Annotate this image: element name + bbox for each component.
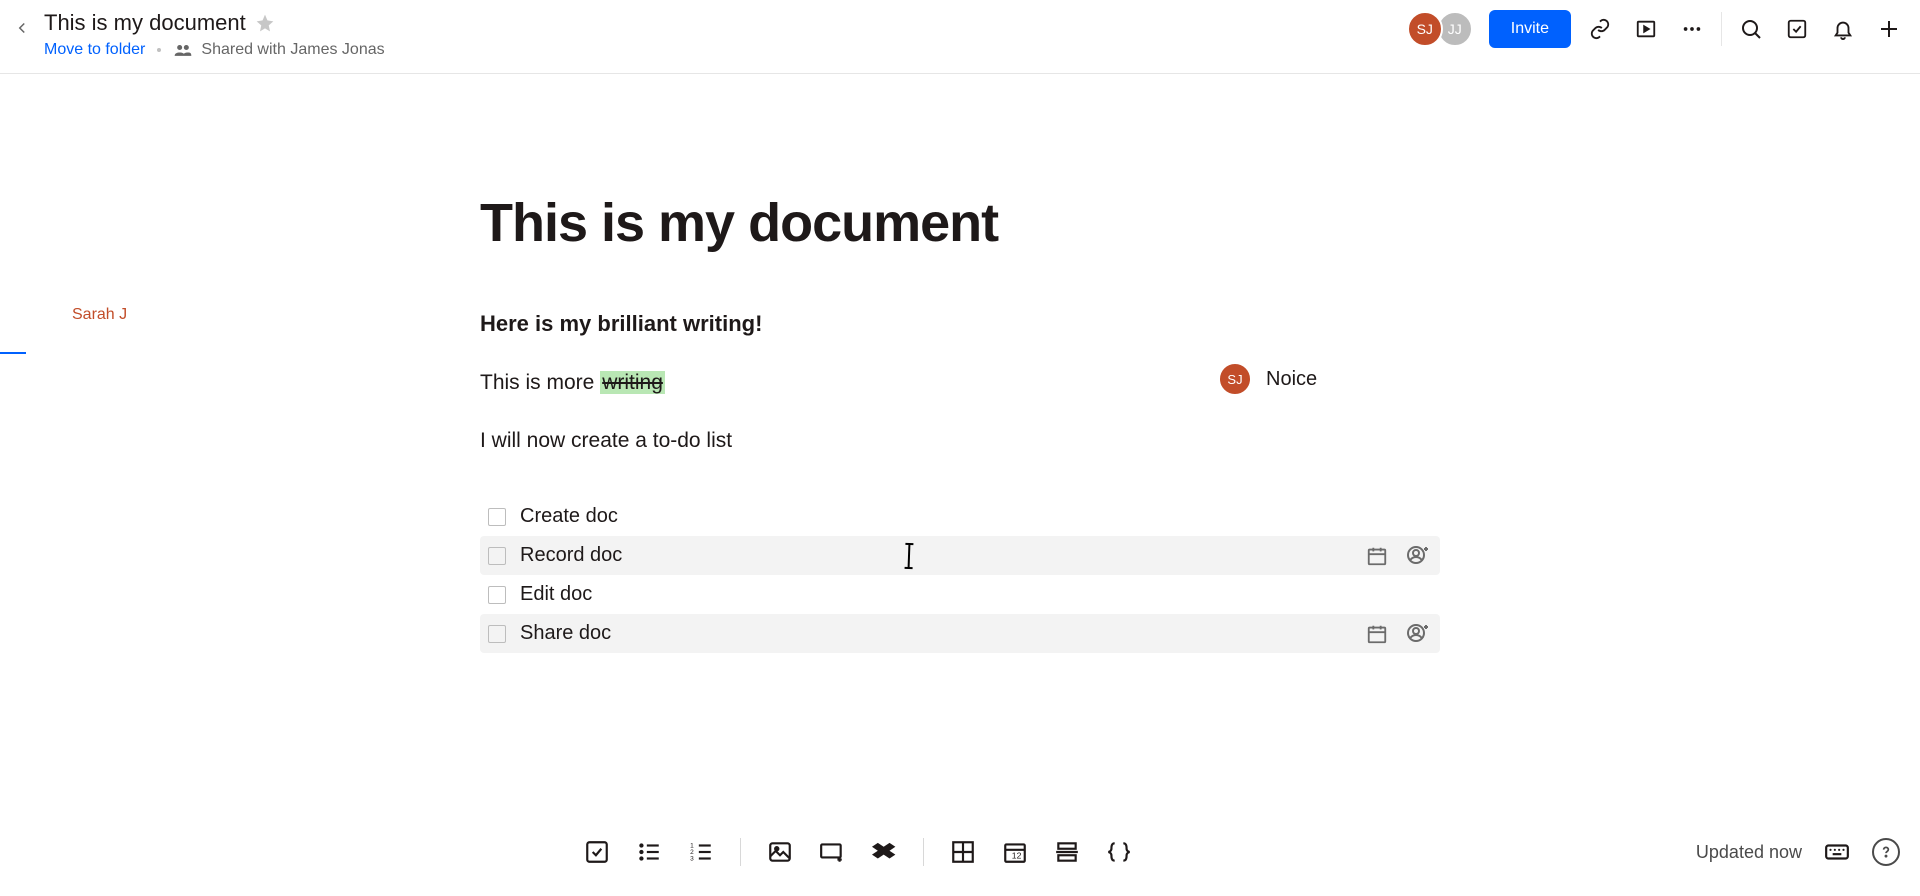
svg-text:3: 3 [690, 856, 694, 863]
invite-button[interactable]: Invite [1489, 10, 1571, 48]
copy-link-button[interactable] [1587, 16, 1613, 42]
more-menu[interactable] [1679, 16, 1705, 42]
comment-text[interactable]: Noice [1266, 368, 1317, 391]
insert-calendar[interactable]: 12 [1002, 839, 1028, 865]
shared-with-label[interactable]: Shared with James Jonas [173, 40, 384, 60]
search-button[interactable] [1738, 16, 1764, 42]
paragraph-1-plain: This is more [480, 371, 600, 394]
todo-item[interactable]: Create doc [480, 497, 1440, 536]
author-attribution[interactable]: Sarah J [72, 306, 127, 324]
todo-due-date-button[interactable] [1364, 621, 1390, 647]
todo-assign-button[interactable] [1404, 543, 1430, 569]
last-updated-label: Updated now [1696, 842, 1802, 863]
insert-bulleted-list[interactable] [636, 839, 662, 865]
todo-checkbox[interactable] [488, 547, 506, 565]
todo-checkbox[interactable] [488, 508, 506, 526]
back-button[interactable] [10, 16, 34, 40]
todo-actions [1364, 621, 1430, 647]
separator-dot [157, 48, 161, 52]
todo-label[interactable]: Share doc [520, 622, 611, 645]
notifications-button[interactable] [1830, 16, 1856, 42]
present-button[interactable] [1633, 16, 1659, 42]
todo-checkbox[interactable] [488, 625, 506, 643]
move-to-folder-link[interactable]: Move to folder [44, 41, 145, 59]
todo-due-date-button[interactable] [1364, 543, 1390, 569]
insert-image[interactable] [767, 839, 793, 865]
doc-title-header[interactable]: This is my document [44, 10, 246, 36]
help-button[interactable] [1872, 838, 1900, 866]
insert-code-block[interactable] [1106, 839, 1132, 865]
toolbar-separator [923, 838, 924, 866]
todo-label[interactable]: Record doc [520, 544, 622, 567]
todo-checkbox[interactable] [488, 586, 506, 604]
todo-item[interactable]: Edit doc [480, 575, 1440, 614]
todo-item[interactable]: Record doc [480, 536, 1440, 575]
doc-h1[interactable]: This is my document [480, 194, 1440, 253]
insert-dropbox[interactable] [871, 839, 897, 865]
cursor-margin-indicator [0, 352, 26, 354]
insert-numbered-list[interactable]: 123 [688, 839, 714, 865]
presence-avatars[interactable]: SJJJ [1407, 11, 1473, 47]
star-icon[interactable] [254, 12, 276, 34]
comment-author-avatar: SJ [1218, 362, 1252, 396]
insert-screen-add[interactable] [819, 839, 845, 865]
shared-with-name: James Jonas [290, 41, 384, 58]
todo-label[interactable]: Create doc [520, 505, 618, 528]
separator [1721, 12, 1722, 46]
intro-line[interactable]: Here is my brilliant writing! [480, 311, 1440, 337]
presence-avatar[interactable]: SJ [1407, 11, 1443, 47]
insert-table[interactable] [950, 839, 976, 865]
svg-text:12: 12 [1012, 851, 1022, 861]
create-new-button[interactable] [1876, 16, 1902, 42]
highlighted-strikethrough-text[interactable]: writing [600, 371, 665, 394]
paragraph-2[interactable]: I will now create a to-do list [480, 429, 1440, 453]
insert-divider[interactable] [1054, 839, 1080, 865]
toolbar-separator [740, 838, 741, 866]
todo-item[interactable]: Share doc [480, 614, 1440, 653]
text-caret [908, 545, 911, 567]
comment-thread[interactable]: SJ Noice [1218, 362, 1317, 396]
shared-with-prefix: Shared with [201, 41, 286, 58]
todo-list[interactable]: Create doc Record doc Edit doc Share doc [480, 497, 1440, 653]
todo-label[interactable]: Edit doc [520, 583, 592, 606]
tasks-button[interactable] [1784, 16, 1810, 42]
insert-toolbar[interactable]: 123 12 [584, 838, 1132, 866]
people-icon [173, 40, 193, 60]
todo-assign-button[interactable] [1404, 621, 1430, 647]
insert-checklist[interactable] [584, 839, 610, 865]
todo-actions [1364, 543, 1430, 569]
keyboard-shortcuts-button[interactable] [1824, 839, 1850, 865]
